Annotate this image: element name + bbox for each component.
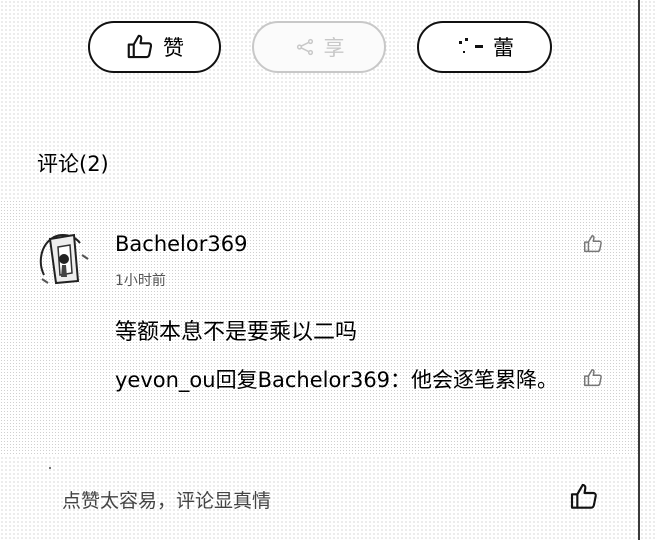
collect-icon [455,35,485,59]
share-label: 享 [323,36,345,60]
thumbs-up-icon [125,32,155,62]
like-button[interactable]: 赞 [88,21,221,73]
comment-like-icon[interactable] [582,233,604,255]
divider-dot [49,467,51,469]
reply-target[interactable]: Bachelor369 [258,368,390,392]
collect-label: 蕾 [493,36,514,60]
comment-username[interactable]: Bachelor369 [115,232,247,256]
reply-like-icon[interactable] [582,367,604,389]
comment-timestamp: 1小时前 [115,273,166,289]
reply-text: 他会逐笔累降。 [411,368,559,392]
collect-button[interactable]: 蕾 [417,21,552,73]
share-icon [294,36,316,58]
comment-text: 等额本息不是要乘以二吗 [115,320,358,345]
reply-verb: 回复 [215,368,258,392]
share-button[interactable]: 享 [252,21,386,73]
reply-author[interactable]: yevon_ou [115,368,216,392]
reply[interactable]: yevon_ou回复Bachelor369：他会逐笔累降。 [115,364,560,396]
reply-separator: ： [390,368,412,392]
comments-title: 评论(2) [37,152,109,176]
comment-input[interactable]: 点赞太容易，评论显真情 [62,486,271,513]
bottom-like-icon[interactable] [568,481,600,513]
like-label: 赞 [163,36,184,60]
avatar[interactable] [34,225,94,289]
right-border [638,0,640,540]
